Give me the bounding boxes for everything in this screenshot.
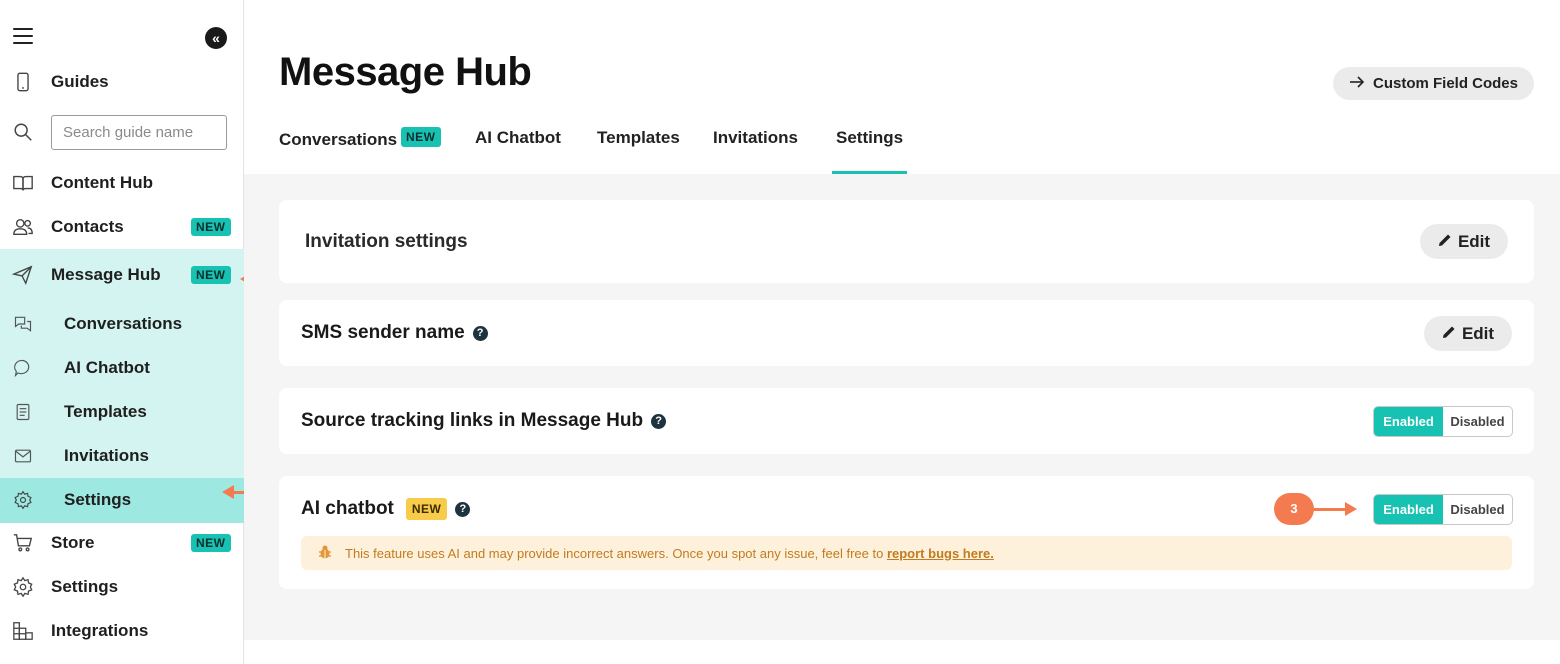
- tab-settings[interactable]: Settings: [832, 120, 907, 174]
- settings-content: Invitation settings Edit SMS sender name…: [244, 174, 1560, 640]
- new-badge: NEW: [405, 498, 448, 520]
- card-title-text: AI chatbot: [301, 498, 394, 519]
- search-icon: [12, 121, 34, 143]
- collapse-sidebar-icon[interactable]: «: [205, 27, 227, 49]
- callout-3: 3: [1274, 493, 1314, 525]
- card-title: AI chatbot NEW ?: [301, 498, 471, 520]
- sidebar-item-label: Templates: [64, 402, 147, 421]
- integrations-icon: [12, 620, 34, 642]
- tab-templates[interactable]: Templates: [597, 120, 683, 174]
- gear-icon: [12, 576, 34, 598]
- sidebar-item-label: Invitations: [64, 446, 150, 465]
- sidebar-item-templates[interactable]: Templates: [0, 390, 244, 434]
- edit-invitation-settings-button[interactable]: Edit: [1420, 224, 1508, 259]
- sidebar: « Guides Content Hub Contacts NEW: [0, 0, 244, 664]
- help-icon[interactable]: ?: [651, 413, 667, 429]
- card-title: Source tracking links in Message Hub ?: [301, 410, 667, 432]
- sidebar-item-ai-chatbot[interactable]: AI Chatbot: [0, 346, 244, 390]
- tab-label: Templates: [597, 128, 680, 147]
- sidebar-item-label: Integrations: [51, 621, 149, 640]
- sidebar-item-label: Settings: [51, 577, 119, 596]
- warning-text: This feature uses AI and may provide inc…: [345, 546, 994, 561]
- card-source-tracking: Source tracking links in Message Hub ? E…: [279, 388, 1534, 454]
- callout-arrow-head: [1345, 502, 1357, 516]
- sidebar-item-invitations[interactable]: Invitations: [0, 434, 244, 478]
- sidebar-item-label: Conversations: [64, 314, 183, 333]
- sidebar-item-message-hub[interactable]: Message Hub NEW: [0, 253, 244, 297]
- sidebar-item-conversations[interactable]: Conversations: [0, 302, 244, 346]
- new-badge: NEW: [191, 534, 231, 552]
- custom-field-codes-button[interactable]: Custom Field Codes: [1333, 67, 1534, 100]
- tab-label: Settings: [836, 128, 904, 147]
- tab-label: Invitations: [713, 128, 799, 147]
- book-icon: [12, 172, 34, 194]
- callout-arrow-line: [1313, 508, 1345, 511]
- page-title: Message Hub: [279, 50, 532, 94]
- warning-message: This feature uses AI and may provide inc…: [345, 545, 884, 561]
- toggle-enabled[interactable]: Enabled: [1374, 407, 1443, 436]
- toggle-disabled[interactable]: Disabled: [1443, 407, 1512, 436]
- chat-bubbles-icon: [12, 313, 34, 335]
- pencil-icon: [1442, 324, 1456, 344]
- sidebar-item-label: Message Hub: [51, 265, 161, 284]
- tab-label: AI Chatbot: [475, 128, 561, 147]
- tab-label: Conversations: [279, 130, 398, 149]
- edit-label: Edit: [1457, 231, 1491, 251]
- sidebar-item-contacts[interactable]: Contacts NEW: [0, 205, 244, 249]
- sidebar-item-store[interactable]: Store NEW: [0, 521, 244, 565]
- tab-conversations[interactable]: Conversations NEW: [279, 120, 444, 174]
- pencil-icon: [1438, 232, 1452, 252]
- new-badge: NEW: [191, 218, 231, 236]
- card-title: Invitation settings: [305, 231, 468, 253]
- bug-icon: [317, 544, 333, 563]
- sidebar-item-integrations[interactable]: Integrations: [0, 609, 244, 653]
- phone-icon: [12, 71, 34, 93]
- main-content: Message Hub Custom Field Codes Conversat…: [244, 0, 1560, 664]
- card-title: SMS sender name ?: [301, 322, 488, 344]
- tab-ai-chatbot[interactable]: AI Chatbot: [475, 120, 567, 174]
- sidebar-item-label: Store: [51, 533, 95, 552]
- edit-label: Edit: [1461, 323, 1495, 343]
- arrow-right-icon: [1349, 75, 1365, 93]
- sidebar-item-label: Contacts: [51, 217, 124, 236]
- tab-invitations[interactable]: Invitations: [713, 120, 801, 174]
- sidebar-item-label: Content Hub: [51, 173, 153, 192]
- edit-sms-sender-button[interactable]: Edit: [1424, 316, 1512, 351]
- users-icon: [12, 216, 34, 238]
- paper-plane-icon: [12, 264, 34, 286]
- card-title-text: Invitation settings: [305, 231, 468, 252]
- card-invitation-settings: Invitation settings Edit: [279, 200, 1534, 283]
- sidebar-item-guides[interactable]: Guides: [0, 60, 244, 104]
- sidebar-item-label: Guides: [51, 72, 109, 91]
- toggle-disabled[interactable]: Disabled: [1443, 495, 1512, 524]
- app: « Guides Content Hub Contacts NEW: [0, 0, 1560, 664]
- sidebar-item-content-hub[interactable]: Content Hub: [0, 161, 244, 205]
- sidebar-item-label: AI Chatbot: [64, 358, 150, 377]
- menu-icon[interactable]: [13, 28, 33, 46]
- sidebar-item-settings[interactable]: Settings: [0, 565, 244, 609]
- new-badge: NEW: [191, 266, 231, 284]
- toggle-enabled[interactable]: Enabled: [1374, 495, 1443, 524]
- search-input[interactable]: [51, 115, 227, 150]
- cart-icon: [12, 532, 34, 554]
- card-title-text: SMS sender name: [301, 322, 465, 343]
- ai-warning-banner: This feature uses AI and may provide inc…: [301, 536, 1512, 570]
- gear-icon: [12, 489, 34, 511]
- custom-field-codes-label: Custom Field Codes: [1372, 75, 1518, 92]
- document-icon: [12, 401, 34, 423]
- envelope-icon: [12, 445, 34, 467]
- ai-chatbot-toggle[interactable]: Enabled Disabled: [1373, 494, 1513, 525]
- card-ai-chatbot: AI chatbot NEW ? Enabled Disabled This f…: [279, 476, 1534, 589]
- chat-bubble-icon: [12, 357, 34, 379]
- help-icon[interactable]: ?: [455, 501, 471, 517]
- card-sms-sender-name: SMS sender name ? Edit: [279, 300, 1534, 366]
- source-tracking-toggle[interactable]: Enabled Disabled: [1373, 406, 1513, 437]
- help-icon[interactable]: ?: [472, 325, 488, 341]
- report-bugs-link[interactable]: report bugs here.: [887, 546, 994, 561]
- new-badge: NEW: [401, 127, 441, 147]
- sidebar-item-settings-sub[interactable]: Settings: [0, 478, 244, 522]
- card-title-text: Source tracking links in Message Hub: [301, 410, 644, 431]
- sidebar-item-label: Settings: [64, 490, 132, 509]
